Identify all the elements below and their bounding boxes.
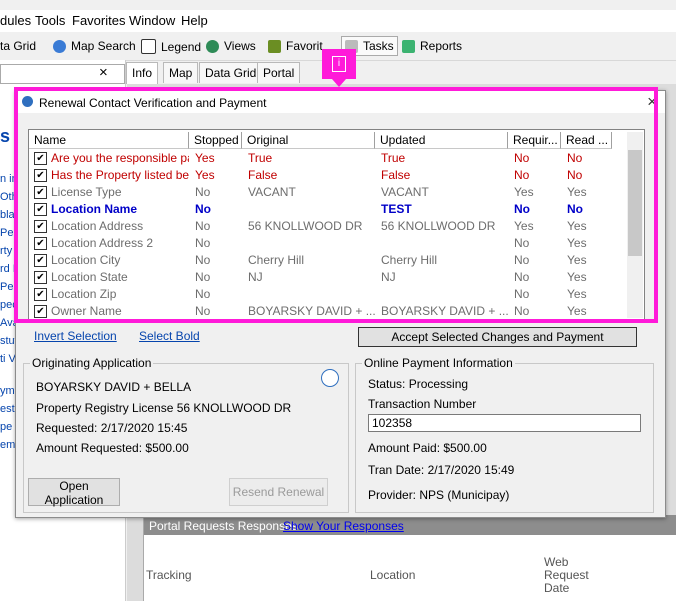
toolbar-label: Map Search [71,39,136,53]
toolbar-map-search[interactable]: Map Search [53,39,136,53]
toolbar-label: Legend [161,39,202,54]
amount-paid: Amount Paid: $500.00 [368,441,487,455]
left-heading: s [0,126,11,146]
group-title: Online Payment Information [362,356,515,370]
resend-renewal-button: Resend Renewal [229,478,328,506]
menu-tools[interactable]: Tools [35,13,65,28]
menu-favorites[interactable]: Favorites [72,13,125,28]
highlight-frame [14,87,658,323]
globe-icon [53,39,66,53]
select-bold-link[interactable]: Select Bold [139,329,200,343]
applicant-name: BOYARSKY DAVID + BELLA [36,380,192,394]
requested-date: Requested: 2/17/2020 15:45 [36,421,188,435]
menu-bar: dules Tools Favorites Window Help [0,10,676,32]
toolbar-label: Reports [420,39,463,53]
portal-header-text: Portal Requests Responses [149,519,298,533]
menu-window[interactable]: Window [129,13,175,28]
highlight-badge: i [322,49,356,79]
menu-help[interactable]: Help [181,13,208,28]
left-link[interactable]: em [0,439,15,451]
property-license: Property Registry License 56 KNOLLWOOD D… [36,401,292,415]
reports-icon [402,39,415,53]
amount-requested: Amount Requested: $500.00 [36,441,189,455]
left-link[interactable]: est [0,403,15,415]
col-request: Request [544,568,589,582]
tab-portal[interactable]: Portal [257,62,301,83]
col-web: Web [544,555,569,569]
online-payment-group: Online Payment Information Status: Proce… [355,356,654,513]
close-icon[interactable]: × [99,64,108,81]
left-link[interactable]: ym [0,385,15,397]
show-responses-link[interactable]: Show Your Responses [283,519,404,533]
tab-info[interactable]: Info [126,62,159,84]
menu-modules[interactable]: dules [0,13,31,28]
info-icon: i [332,56,346,72]
originating-application-group: Originating Application BOYARSKY DAVID +… [23,356,349,513]
transaction-number-field[interactable] [368,414,641,432]
portal-requests-header: Portal Requests Responses Show Your Resp… [144,515,676,535]
payment-provider: Provider: NPS (Municipay) [368,488,510,502]
left-link[interactable]: pe [0,421,12,433]
col-location: Location [370,568,416,582]
group-title: Originating Application [30,356,154,370]
panel-tabs: Info Map Data Grid Portal [126,62,676,84]
clock-icon[interactable] [321,369,339,387]
toolbar-legend[interactable]: Legend [141,39,201,54]
accept-changes-button[interactable]: Accept Selected Changes and Payment [358,327,637,347]
toolbar-label: ta Grid [0,39,37,53]
views-icon [206,39,219,53]
toolbar-views[interactable]: Views [206,39,256,53]
favorites-icon [268,39,281,53]
tran-date: Tran Date: 2/17/2020 15:49 [368,463,515,477]
toolbar-label: Favorit [286,39,323,53]
highlight-pointer [332,79,346,87]
tab-data-grid[interactable]: Data Grid [199,62,263,83]
legend-icon [141,39,156,54]
col-date: Date [544,581,570,595]
payment-status: Status: Processing [368,377,469,391]
transaction-label: Transaction Number [368,397,477,411]
toolbar-favorites[interactable]: Favorit [268,39,323,53]
col-tracking: Tracking [146,568,192,582]
toolbar-label: Tasks [363,39,394,53]
portal-requests: Portal Requests Responses Show Your Resp… [143,515,676,601]
invert-selection-link[interactable]: Invert Selection [34,329,117,343]
left-link[interactable]: ti V [0,353,16,365]
tab-map[interactable]: Map [163,62,199,83]
toolbar-reports[interactable]: Reports [402,39,462,53]
toolbar-data-grid[interactable]: ta Grid [0,39,36,53]
toolbar-label: Views [224,39,256,53]
open-application-button[interactable]: Open Application [28,478,120,507]
